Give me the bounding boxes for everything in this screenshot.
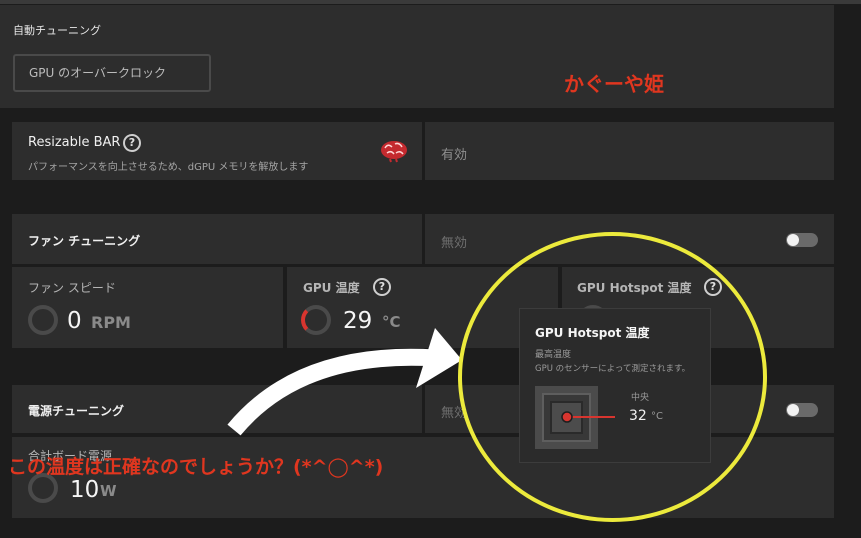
fan-speed-value: 0 bbox=[67, 308, 82, 334]
highlight-circle-annotation bbox=[458, 232, 767, 522]
toggle-knob bbox=[787, 234, 799, 246]
toggle-knob bbox=[787, 404, 799, 416]
fan-speed-gauge bbox=[28, 305, 58, 335]
resizable-bar-status-card[interactable]: 有効 bbox=[425, 122, 834, 180]
help-icon[interactable]: ? bbox=[373, 278, 391, 296]
fan-tuning-toggle[interactable] bbox=[786, 233, 818, 247]
gpu-temp-label: GPU 温度 bbox=[303, 281, 360, 295]
auto-tuning-select[interactable]: GPU のオーバークロック bbox=[13, 54, 211, 92]
fan-tuning-card: ファン チューニング bbox=[12, 214, 422, 264]
resizable-bar-card: Resizable BAR ? パフォーマンスを向上させるため、dGPU メモリ… bbox=[12, 122, 422, 180]
top-bar bbox=[0, 0, 861, 4]
power-tuning-toggle[interactable] bbox=[786, 403, 818, 417]
brain-icon bbox=[381, 141, 407, 163]
resizable-bar-status: 有効 bbox=[441, 148, 468, 163]
fan-tuning-title: ファン チューニング bbox=[28, 234, 141, 248]
board-power-unit: W bbox=[100, 482, 117, 500]
annotation-question-text: この温度は正確なのでしょうか？(*^◯^*) bbox=[8, 456, 384, 478]
arrow-annotation bbox=[227, 328, 462, 436]
board-power-value: 10 bbox=[70, 477, 100, 503]
annotation-name-text: かぐーや姫 bbox=[564, 72, 664, 96]
power-tuning-title: 電源チューニング bbox=[28, 404, 125, 418]
fan-speed-label: ファン スピード bbox=[28, 281, 116, 295]
resizable-bar-description: パフォーマンスを向上させるため、dGPU メモリを解放します bbox=[28, 162, 309, 173]
auto-tuning-label: 自動チューニング bbox=[13, 24, 101, 37]
auto-tuning-card: 自動チューニング GPU のオーバークロック かぐーや姫 bbox=[0, 5, 834, 108]
fan-tuning-status: 無効 bbox=[441, 236, 468, 251]
help-icon[interactable]: ? bbox=[123, 134, 141, 152]
resizable-bar-title: Resizable BAR bbox=[28, 135, 121, 150]
fan-speed-unit: RPM bbox=[91, 313, 131, 332]
